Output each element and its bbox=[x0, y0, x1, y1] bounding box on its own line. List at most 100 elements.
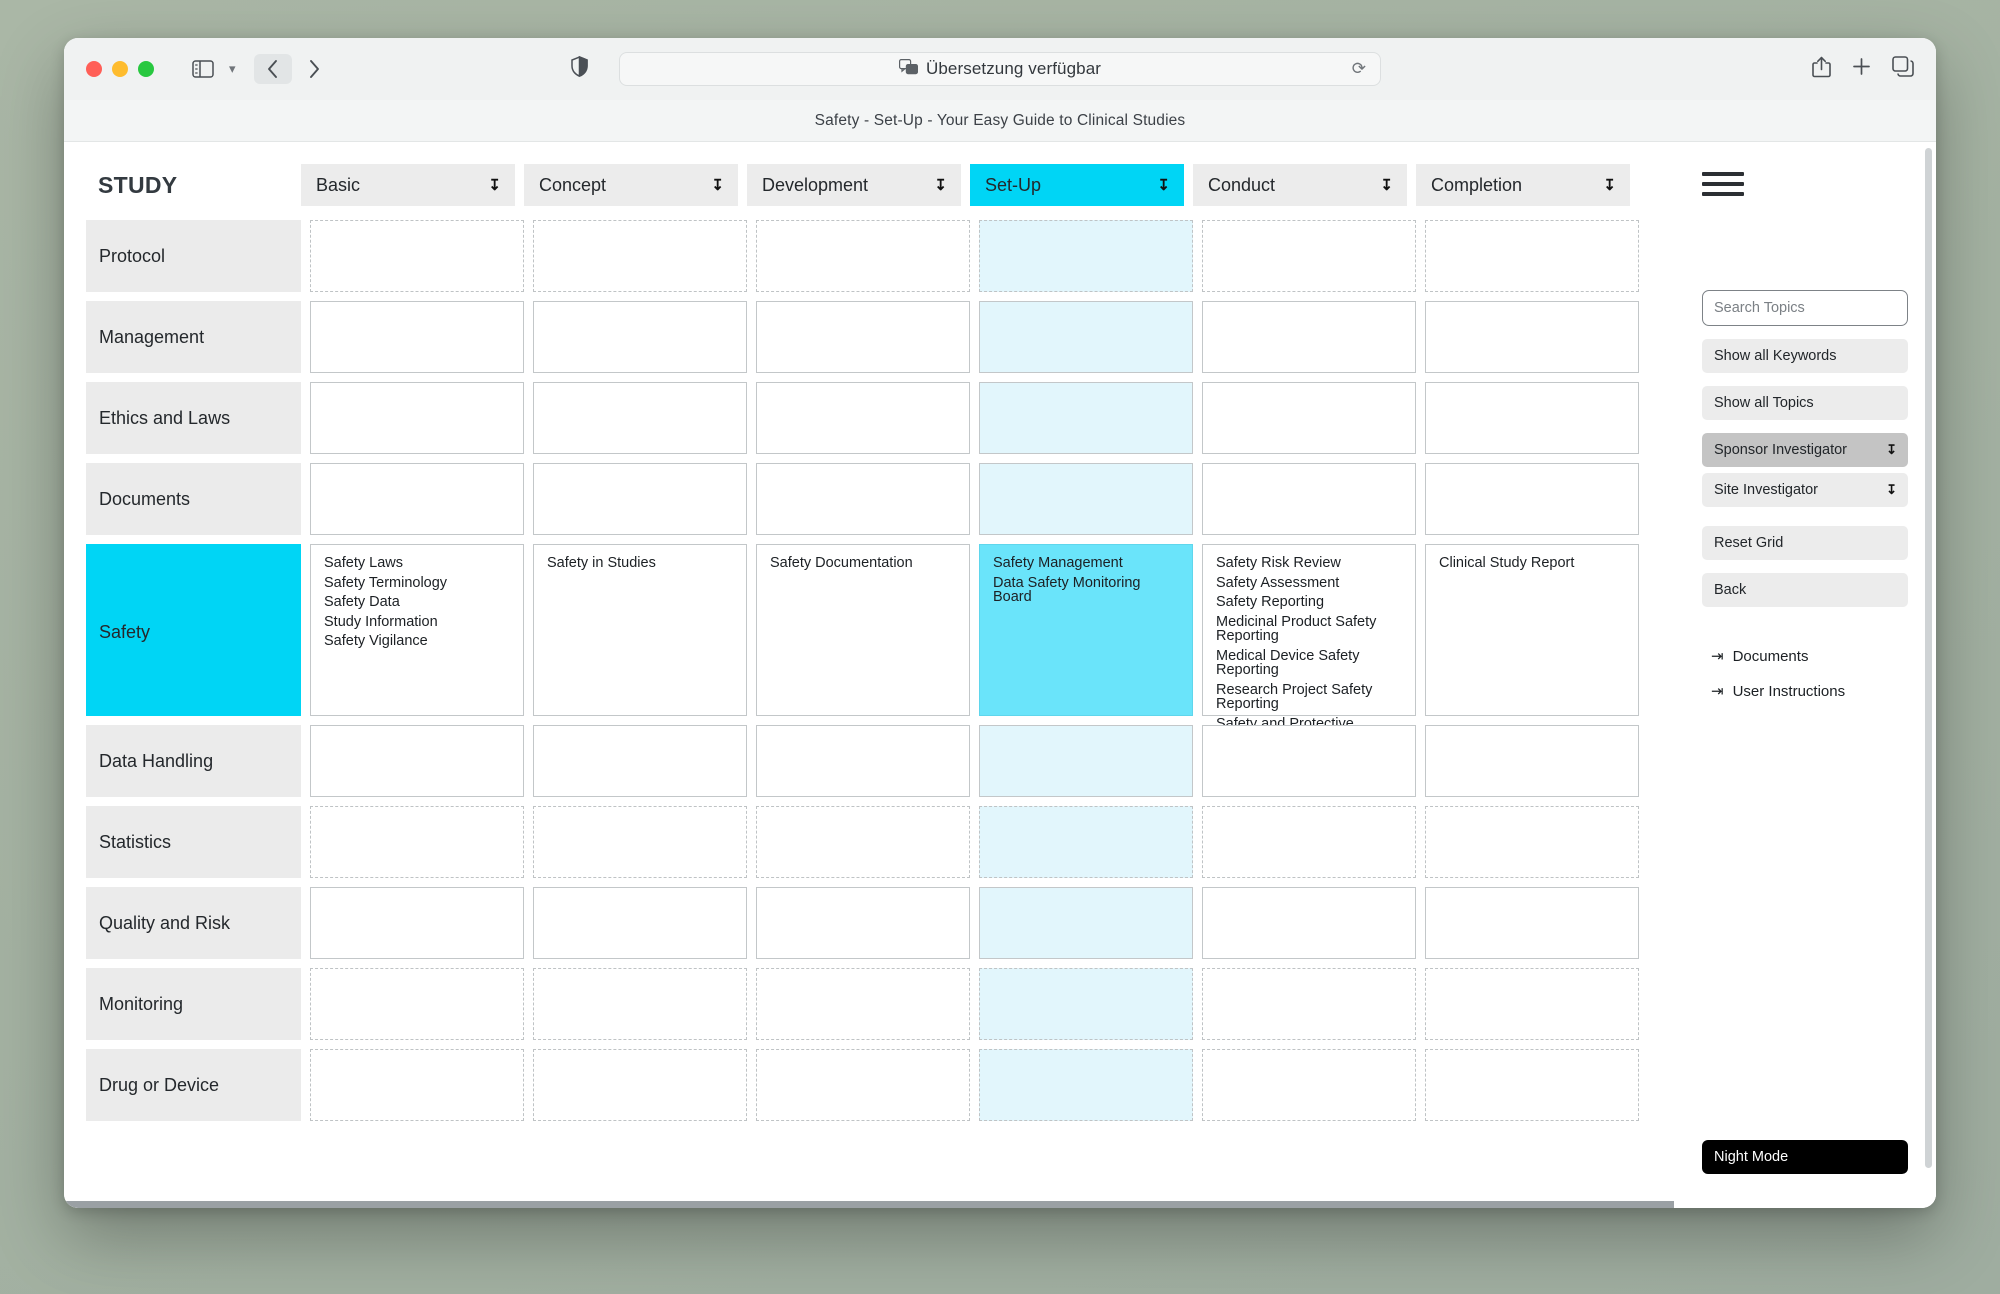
grid-cell[interactable] bbox=[533, 806, 747, 878]
grid-cell[interactable]: Safety Risk Review Safety Assessment Safet… bbox=[1202, 544, 1416, 765]
cell-topic-item[interactable]: Safety Risk Review bbox=[1216, 556, 1403, 571]
row-header-documents[interactable]: Documents bbox=[86, 463, 301, 535]
address-bar[interactable]: Übersetzung verfügbar ⟳ bbox=[619, 52, 1381, 86]
sidebar-button-show-all-topics[interactable]: Show all Topics bbox=[1702, 386, 1908, 420]
sidebar-link-documents[interactable]: ⇥ Documents bbox=[1702, 647, 1908, 666]
sidebar-button-sponsor-investigator[interactable]: Sponsor Investigator ↧ bbox=[1702, 433, 1908, 467]
row-header-safety[interactable]: Safety bbox=[86, 544, 301, 716]
grid-cell[interactable] bbox=[1202, 806, 1416, 878]
grid-cell[interactable] bbox=[1425, 887, 1639, 959]
chevron-down-icon[interactable]: ▾ bbox=[229, 61, 236, 77]
row-header-management[interactable]: Management bbox=[86, 301, 301, 373]
column-header-set-up[interactable]: Set-Up ↧ bbox=[970, 164, 1184, 206]
sort-down-icon[interactable]: ↧ bbox=[488, 176, 501, 194]
grid-cell[interactable] bbox=[756, 725, 970, 797]
cell-topic-item[interactable]: Safety Laws bbox=[324, 556, 511, 571]
sort-down-icon[interactable]: ↧ bbox=[1380, 176, 1393, 194]
grid-cell[interactable] bbox=[979, 968, 1193, 1040]
grid-cell[interactable] bbox=[1202, 1049, 1416, 1121]
grid-cell[interactable] bbox=[1425, 220, 1639, 292]
cell-topic-item[interactable]: Medical Device Safety Reporting bbox=[1216, 648, 1403, 678]
column-header-concept[interactable]: Concept ↧ bbox=[524, 164, 738, 206]
grid-cell[interactable] bbox=[979, 301, 1193, 373]
sidebar-action-reset-grid[interactable]: Reset Grid bbox=[1702, 526, 1908, 560]
search-input[interactable] bbox=[1703, 291, 1907, 325]
grid-cell[interactable] bbox=[979, 220, 1193, 292]
grid-cell[interactable]: Safety Documentation bbox=[756, 544, 970, 716]
hamburger-icon[interactable] bbox=[1702, 172, 1744, 196]
minimize-button[interactable] bbox=[112, 61, 128, 77]
grid-cell[interactable] bbox=[310, 1049, 524, 1121]
maximize-button[interactable] bbox=[138, 61, 154, 77]
grid-cell[interactable] bbox=[1202, 220, 1416, 292]
grid-cell[interactable] bbox=[756, 382, 970, 454]
cell-topic-item[interactable]: Research Project Safety Reporting bbox=[1216, 682, 1403, 712]
grid-cell[interactable] bbox=[310, 463, 524, 535]
tab-overview-icon[interactable] bbox=[1892, 56, 1914, 82]
cell-topic-item[interactable]: Safety Assessment bbox=[1216, 575, 1403, 591]
grid-cell[interactable] bbox=[1202, 887, 1416, 959]
row-header-statistics[interactable]: Statistics bbox=[86, 806, 301, 878]
row-header-monitoring[interactable]: Monitoring bbox=[86, 968, 301, 1040]
grid-cell[interactable] bbox=[1425, 463, 1639, 535]
shield-icon[interactable] bbox=[571, 55, 588, 82]
share-icon[interactable] bbox=[1812, 56, 1831, 83]
grid-cell[interactable] bbox=[1202, 968, 1416, 1040]
grid-cell[interactable]: Safety Management Data Safety Monitoring … bbox=[979, 544, 1193, 716]
vertical-scrollbar[interactable] bbox=[1925, 148, 1932, 1168]
row-header-data-handling[interactable]: Data Handling bbox=[86, 725, 301, 797]
forward-icon[interactable] bbox=[296, 54, 334, 84]
grid-cell[interactable] bbox=[533, 1049, 747, 1121]
cell-topic-item[interactable]: Study Information bbox=[324, 614, 511, 630]
grid-cell[interactable] bbox=[1425, 806, 1639, 878]
sort-down-icon[interactable]: ↧ bbox=[1603, 176, 1616, 194]
grid-cell[interactable] bbox=[310, 382, 524, 454]
cell-topic-item[interactable]: Safety Vigilance bbox=[324, 634, 511, 649]
close-button[interactable] bbox=[86, 61, 102, 77]
cell-topic-item[interactable]: Safety Data bbox=[324, 595, 511, 610]
grid-cell[interactable] bbox=[1202, 463, 1416, 535]
sort-down-icon[interactable]: ↧ bbox=[711, 176, 724, 194]
grid-cell[interactable] bbox=[1202, 301, 1416, 373]
grid-cell[interactable] bbox=[310, 301, 524, 373]
grid-cell[interactable] bbox=[1202, 382, 1416, 454]
cell-topic-item[interactable]: Safety Documentation bbox=[770, 556, 957, 571]
grid-cell[interactable] bbox=[533, 382, 747, 454]
grid-cell[interactable] bbox=[533, 463, 747, 535]
sort-down-icon[interactable]: ↧ bbox=[1157, 176, 1170, 194]
column-header-development[interactable]: Development ↧ bbox=[747, 164, 961, 206]
grid-cell[interactable] bbox=[1425, 301, 1639, 373]
cell-topic-item[interactable]: Clinical Study Report bbox=[1439, 556, 1626, 571]
grid-cell[interactable] bbox=[979, 725, 1193, 797]
grid-cell[interactable] bbox=[979, 382, 1193, 454]
column-header-completion[interactable]: Completion ↧ bbox=[1416, 164, 1630, 206]
grid-cell[interactable] bbox=[310, 725, 524, 797]
dropdown-down-icon[interactable]: ↧ bbox=[1886, 482, 1897, 498]
grid-cell[interactable] bbox=[756, 301, 970, 373]
grid-cell[interactable] bbox=[533, 968, 747, 1040]
grid-cell[interactable]: Clinical Study Report bbox=[1425, 544, 1639, 716]
grid-cell[interactable]: Safety Laws Safety Terminology Safety Data… bbox=[310, 544, 524, 716]
grid-cell[interactable] bbox=[979, 806, 1193, 878]
row-header-drug-or-device[interactable]: Drug or Device bbox=[86, 1049, 301, 1121]
cell-topic-item[interactable]: Data Safety Monitoring Board bbox=[993, 575, 1180, 605]
grid-cell[interactable] bbox=[756, 220, 970, 292]
grid-cell[interactable] bbox=[1202, 725, 1416, 797]
grid-cell[interactable] bbox=[756, 1049, 970, 1121]
grid-cell[interactable] bbox=[979, 463, 1193, 535]
horizontal-scrollbar[interactable] bbox=[64, 1201, 1674, 1208]
sidebar-link-user-instructions[interactable]: ⇥ User Instructions bbox=[1702, 682, 1908, 701]
row-header-ethics-and-laws[interactable]: Ethics and Laws bbox=[86, 382, 301, 454]
column-header-basic[interactable]: Basic ↧ bbox=[301, 164, 515, 206]
back-icon[interactable] bbox=[253, 54, 292, 84]
sort-down-icon[interactable]: ↧ bbox=[934, 176, 947, 194]
grid-cell[interactable]: Safety in Studies bbox=[533, 544, 747, 716]
grid-cell[interactable] bbox=[756, 968, 970, 1040]
sidebar-action-back[interactable]: Back bbox=[1702, 573, 1908, 607]
grid-cell[interactable] bbox=[756, 463, 970, 535]
cell-topic-item[interactable]: Safety Management bbox=[993, 556, 1180, 571]
cell-topic-item[interactable]: Safety Terminology bbox=[324, 575, 511, 591]
grid-cell[interactable] bbox=[310, 887, 524, 959]
cell-topic-item[interactable]: Medicinal Product Safety Reporting bbox=[1216, 614, 1403, 644]
grid-cell[interactable] bbox=[310, 220, 524, 292]
